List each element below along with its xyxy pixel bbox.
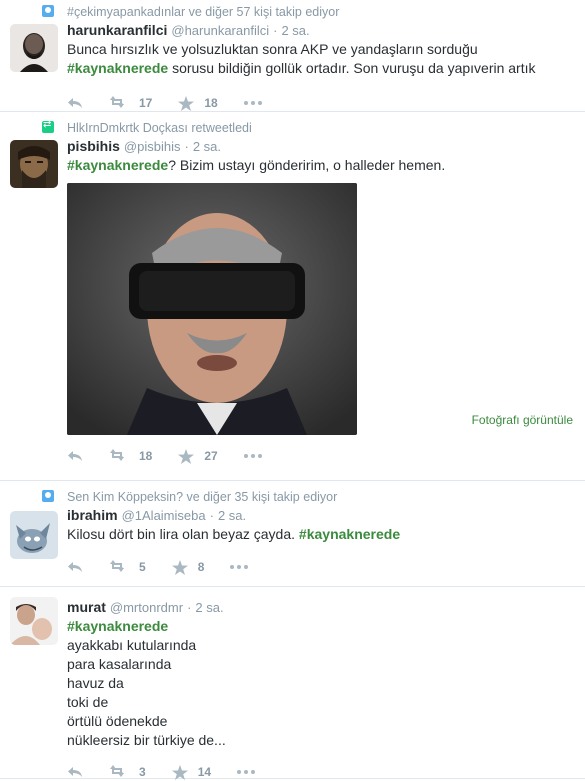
author-handle[interactable]: @mrtonrdmr xyxy=(110,598,183,618)
more-button[interactable] xyxy=(243,101,262,105)
star-icon xyxy=(171,559,188,575)
person-icon xyxy=(42,490,54,502)
context-text[interactable]: #çekimyapankadınlar ve diğer 57 kişi tak… xyxy=(67,5,339,19)
retweet-button[interactable]: 17 xyxy=(109,96,152,110)
favorite-button[interactable]: 18 xyxy=(178,95,218,111)
reply-button[interactable] xyxy=(67,450,83,462)
more-dots-icon xyxy=(243,454,262,458)
reply-icon xyxy=(68,562,82,572)
tweet-actions: 5 8 xyxy=(67,549,575,585)
tweet-text-line: Bunca hırsızlık ve yolsuzluktan sonra AK… xyxy=(67,41,478,57)
favorite-button[interactable]: 27 xyxy=(178,448,218,464)
author-handle[interactable]: @pisbihis xyxy=(124,137,181,157)
separator-dot: · xyxy=(187,600,192,615)
more-button[interactable] xyxy=(237,770,256,774)
tweet-text: #kaynaknerede ayakkabı kutularında para … xyxy=(67,617,575,750)
tweet-text: Bunca hırsızlık ve yolsuzluktan sonra AK… xyxy=(67,40,575,78)
hashtag-link[interactable]: #kaynaknerede xyxy=(67,60,168,76)
tweet-text-line: havuz da xyxy=(67,675,124,691)
star-icon xyxy=(178,95,195,111)
author-fullname[interactable]: harunkaranfilci xyxy=(67,20,167,40)
retweet-button[interactable]: 18 xyxy=(109,449,152,463)
favorite-button[interactable]: 14 xyxy=(171,764,212,780)
tweet-timestamp[interactable]: 2 sa. xyxy=(218,506,246,526)
tweet-context: Sen Kim Köppeksin? ve diğer 35 kişi taki… xyxy=(42,481,575,505)
separator-dot: · xyxy=(273,23,278,38)
reply-icon xyxy=(68,451,82,461)
author-handle[interactable]: @harunkaranfilci xyxy=(171,21,269,41)
tweet-stream: #çekimyapankadınlar ve diğer 57 kişi tak… xyxy=(0,0,585,781)
author-fullname[interactable]: murat xyxy=(67,597,106,617)
tweet-text-line: toki de xyxy=(67,694,109,710)
avatar[interactable] xyxy=(10,511,58,559)
favorite-count: 14 xyxy=(197,765,212,779)
tweet[interactable]: Sen Kim Köppeksin? ve diğer 35 kişi taki… xyxy=(0,481,585,587)
tweet-timestamp[interactable]: 2 sa. xyxy=(281,21,309,41)
tweet[interactable]: murat @mrtonrdmr · 2 sa. #kaynaknerede a… xyxy=(0,587,585,781)
tweet-text-line: örtülü ödenekde xyxy=(67,713,168,729)
favorite-count: 27 xyxy=(204,449,218,463)
reply-icon xyxy=(68,98,82,108)
retweet-button[interactable]: 3 xyxy=(109,765,146,779)
favorite-button[interactable]: 8 xyxy=(171,559,205,575)
hashtag-link[interactable]: #kaynaknerede xyxy=(299,526,400,542)
retweet-icon xyxy=(110,96,124,108)
more-button[interactable] xyxy=(243,454,262,458)
retweet-context-icon xyxy=(42,119,54,133)
tweet-text-line: ayakkabı kutularında xyxy=(67,637,197,653)
favorite-count: 18 xyxy=(204,96,218,110)
tweet[interactable]: #çekimyapankadınlar ve diğer 57 kişi tak… xyxy=(0,0,585,112)
more-button[interactable] xyxy=(230,565,249,569)
reply-button[interactable] xyxy=(67,766,83,778)
context-text[interactable]: Sen Kim Köppeksin? ve diğer 35 kişi taki… xyxy=(67,490,337,504)
tweet-text-rest: ? Bizim ustayı gönderirim, o halleder he… xyxy=(168,157,446,173)
avatar[interactable] xyxy=(10,24,58,72)
more-dots-icon xyxy=(237,770,256,774)
tweet-text: Kilosu dört bin lira olan beyaz çayda. #… xyxy=(67,525,575,544)
reply-button[interactable] xyxy=(67,561,83,573)
tweet-context: HlkIrnDmkrtk Doçkası retweetledi xyxy=(42,112,575,136)
star-icon xyxy=(178,448,195,464)
tweet-context: #çekimyapankadınlar ve diğer 57 kişi tak… xyxy=(42,0,575,20)
person-icon xyxy=(42,5,54,17)
tweet-text-line: Kilosu dört bin lira olan beyaz çayda. xyxy=(67,526,299,542)
more-dots-icon xyxy=(230,565,249,569)
retweet-icon xyxy=(110,449,124,461)
author-fullname[interactable]: ibrahim xyxy=(67,505,118,525)
tweet-text-line: para kasalarında xyxy=(67,656,172,672)
hashtag-link[interactable]: #kaynaknerede xyxy=(67,157,168,173)
star-icon xyxy=(171,764,188,780)
context-text[interactable]: HlkIrnDmkrtk Doçkası retweetledi xyxy=(67,121,252,135)
reply-button[interactable] xyxy=(67,97,83,109)
tweet-text: #kaynaknerede? Bizim ustayı gönderirim, … xyxy=(67,156,575,175)
reply-icon xyxy=(68,767,82,777)
author-handle[interactable]: @1Alaimiseba xyxy=(122,506,206,526)
retweet-count: 17 xyxy=(139,96,153,110)
avatar[interactable] xyxy=(10,597,58,645)
retweet-count: 18 xyxy=(139,449,153,463)
author-fullname[interactable]: pisbihis xyxy=(67,136,120,156)
separator-dot: · xyxy=(209,508,214,523)
tweet-photo[interactable] xyxy=(67,183,357,435)
retweet-count: 3 xyxy=(139,765,146,779)
view-photo-link[interactable]: Fotoğrafı görüntüle xyxy=(472,413,573,427)
hashtag-link[interactable]: #kaynaknerede xyxy=(67,617,575,636)
tweet-text-rest: sorusu bildiğin gollük ortadır. Son vuru… xyxy=(168,60,536,76)
retweet-button[interactable]: 5 xyxy=(109,560,146,574)
retweet-icon xyxy=(110,560,124,572)
retweet-icon xyxy=(110,765,124,777)
tweet[interactable]: HlkIrnDmkrtk Doçkası retweetledi pisbihi… xyxy=(0,112,585,481)
separator-dot: · xyxy=(184,139,189,154)
tweet-timestamp[interactable]: 2 sa. xyxy=(195,598,223,618)
retweet-count: 5 xyxy=(139,560,146,574)
favorite-count: 8 xyxy=(197,560,205,574)
tweet-actions: 3 14 xyxy=(67,754,575,781)
more-dots-icon xyxy=(243,101,262,105)
tweet-text-line: nükleersiz bir türkiye de... xyxy=(67,732,226,748)
tweet-timestamp[interactable]: 2 sa. xyxy=(193,137,221,157)
avatar[interactable] xyxy=(10,140,58,188)
tweet-actions: 18 27 xyxy=(67,438,575,474)
